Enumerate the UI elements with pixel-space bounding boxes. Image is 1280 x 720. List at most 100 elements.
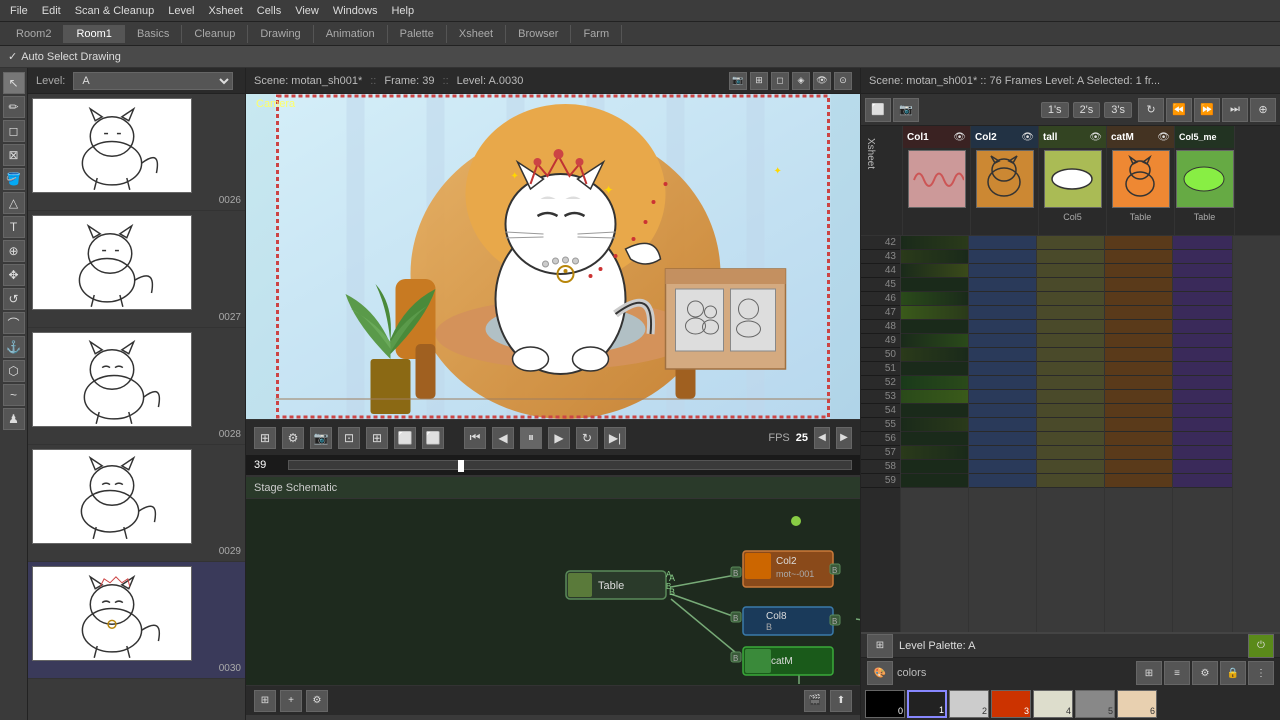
cell[interactable] xyxy=(969,446,1036,460)
xs-btn-loop[interactable]: ↻ xyxy=(1138,98,1164,122)
cell[interactable] xyxy=(1037,446,1104,460)
camera-btn4[interactable]: ◈ xyxy=(792,72,810,90)
tool-eraser[interactable]: ◻ xyxy=(3,120,25,142)
cell[interactable] xyxy=(1173,390,1232,404)
cell[interactable] xyxy=(1173,460,1232,474)
cell[interactable] xyxy=(1105,418,1172,432)
palette-list-btn[interactable]: ≡ xyxy=(1164,661,1190,685)
tool-fill[interactable]: ⊠ xyxy=(3,144,25,166)
btn-next-frame[interactable]: ▶| xyxy=(604,427,626,449)
timing-1s[interactable]: 1's xyxy=(1041,102,1069,118)
btn-frame[interactable]: ⬜ xyxy=(394,427,416,449)
scrubber-track[interactable] xyxy=(288,460,852,470)
palette-power[interactable]: ⏻ xyxy=(1248,634,1274,658)
cell[interactable] xyxy=(969,334,1036,348)
cell[interactable] xyxy=(901,250,968,264)
btn-first-frame[interactable]: ⏮ xyxy=(464,427,486,449)
tool-puppet[interactable]: ♟ xyxy=(3,408,25,430)
palette-lock-btn[interactable]: 🔒 xyxy=(1220,661,1246,685)
col2-eye[interactable]: 👁 xyxy=(1021,132,1034,143)
tall-eye[interactable]: 👁 xyxy=(1089,132,1102,143)
tool-shape[interactable]: △ xyxy=(3,192,25,214)
cell[interactable] xyxy=(969,264,1036,278)
palette-more-btn[interactable]: ⋮ xyxy=(1248,661,1274,685)
cell[interactable] xyxy=(1173,306,1232,320)
cell[interactable] xyxy=(1105,292,1172,306)
xs-btn-misc[interactable]: ⊕ xyxy=(1250,98,1276,122)
list-item[interactable]: 0030 xyxy=(28,562,245,679)
cell[interactable] xyxy=(1173,334,1232,348)
cell[interactable] xyxy=(1173,264,1232,278)
cell[interactable] xyxy=(1105,432,1172,446)
btn-settings[interactable]: ⚙ xyxy=(282,427,304,449)
menu-level[interactable]: Level xyxy=(162,3,200,19)
cell[interactable] xyxy=(1037,250,1104,264)
cell[interactable] xyxy=(1173,348,1232,362)
xs-btn-forward[interactable]: ⏩ xyxy=(1194,98,1220,122)
camera-btn3[interactable]: ◻ xyxy=(771,72,789,90)
tool-warp[interactable]: ~ xyxy=(3,384,25,406)
camera-btn1[interactable]: 📷 xyxy=(729,72,747,90)
cell[interactable] xyxy=(901,292,968,306)
cell[interactable] xyxy=(1105,390,1172,404)
cell[interactable] xyxy=(969,390,1036,404)
canvas-area[interactable]: Camera xyxy=(246,94,860,419)
tool-hook[interactable]: ⚓ xyxy=(3,336,25,358)
cell[interactable] xyxy=(901,446,968,460)
tool-brush[interactable]: ✏ xyxy=(3,96,25,118)
cell[interactable] xyxy=(969,320,1036,334)
cell[interactable] xyxy=(1173,446,1232,460)
tool-select[interactable]: ↖ xyxy=(3,72,25,94)
col1-eye[interactable]: 👁 xyxy=(953,132,966,143)
btn-pause[interactable]: ⏸ xyxy=(520,427,542,449)
cell[interactable] xyxy=(901,320,968,334)
swatch-2[interactable]: 2 xyxy=(949,690,989,718)
cell[interactable] xyxy=(1105,320,1172,334)
cell[interactable] xyxy=(1037,264,1104,278)
btn-layout[interactable]: ⊞ xyxy=(254,427,276,449)
btn-node-add[interactable]: + xyxy=(280,690,302,712)
cell[interactable] xyxy=(901,306,968,320)
cell[interactable] xyxy=(1105,348,1172,362)
btn-xsheet-view[interactable]: ⊞ xyxy=(254,690,276,712)
btn-camera[interactable]: 📷 xyxy=(310,427,332,449)
cell[interactable] xyxy=(901,236,968,250)
btn-render[interactable]: 🎬 xyxy=(804,690,826,712)
cell[interactable] xyxy=(969,474,1036,488)
cell[interactable] xyxy=(1037,404,1104,418)
swatch-3[interactable]: 3 xyxy=(991,690,1031,718)
cell[interactable] xyxy=(969,292,1036,306)
cell[interactable] xyxy=(901,362,968,376)
cell[interactable] xyxy=(901,474,968,488)
tool-bender[interactable]: ⌒ xyxy=(3,312,25,334)
btn-export[interactable]: ⬆ xyxy=(830,690,852,712)
xs-btn-camera[interactable]: 📷 xyxy=(893,98,919,122)
swatch-1[interactable]: 1 xyxy=(907,690,947,718)
cell[interactable] xyxy=(1037,278,1104,292)
cell[interactable] xyxy=(1105,404,1172,418)
swatch-6[interactable]: 6 xyxy=(1117,690,1157,718)
cell[interactable] xyxy=(1037,474,1104,488)
cell[interactable] xyxy=(1173,432,1232,446)
cell[interactable] xyxy=(969,404,1036,418)
fps-decrease[interactable]: ◀ xyxy=(814,427,830,449)
cell[interactable] xyxy=(1173,250,1232,264)
cell[interactable] xyxy=(901,334,968,348)
cell[interactable] xyxy=(1037,460,1104,474)
swatch-4[interactable]: 4 xyxy=(1033,690,1073,718)
cell[interactable] xyxy=(1173,362,1232,376)
cell[interactable] xyxy=(1105,474,1172,488)
tool-type[interactable]: T xyxy=(3,216,25,238)
list-item[interactable]: 0028 xyxy=(28,328,245,445)
cell[interactable] xyxy=(1037,362,1104,376)
cell[interactable] xyxy=(1105,362,1172,376)
cell[interactable] xyxy=(969,362,1036,376)
room-tab-cleanup[interactable]: Cleanup xyxy=(182,25,248,43)
cell[interactable] xyxy=(1105,236,1172,250)
cell[interactable] xyxy=(1105,446,1172,460)
room-tab-browser[interactable]: Browser xyxy=(506,25,571,43)
cell[interactable] xyxy=(1037,432,1104,446)
room-tab-basics[interactable]: Basics xyxy=(125,25,182,43)
cell[interactable] xyxy=(1105,306,1172,320)
cell[interactable] xyxy=(969,306,1036,320)
